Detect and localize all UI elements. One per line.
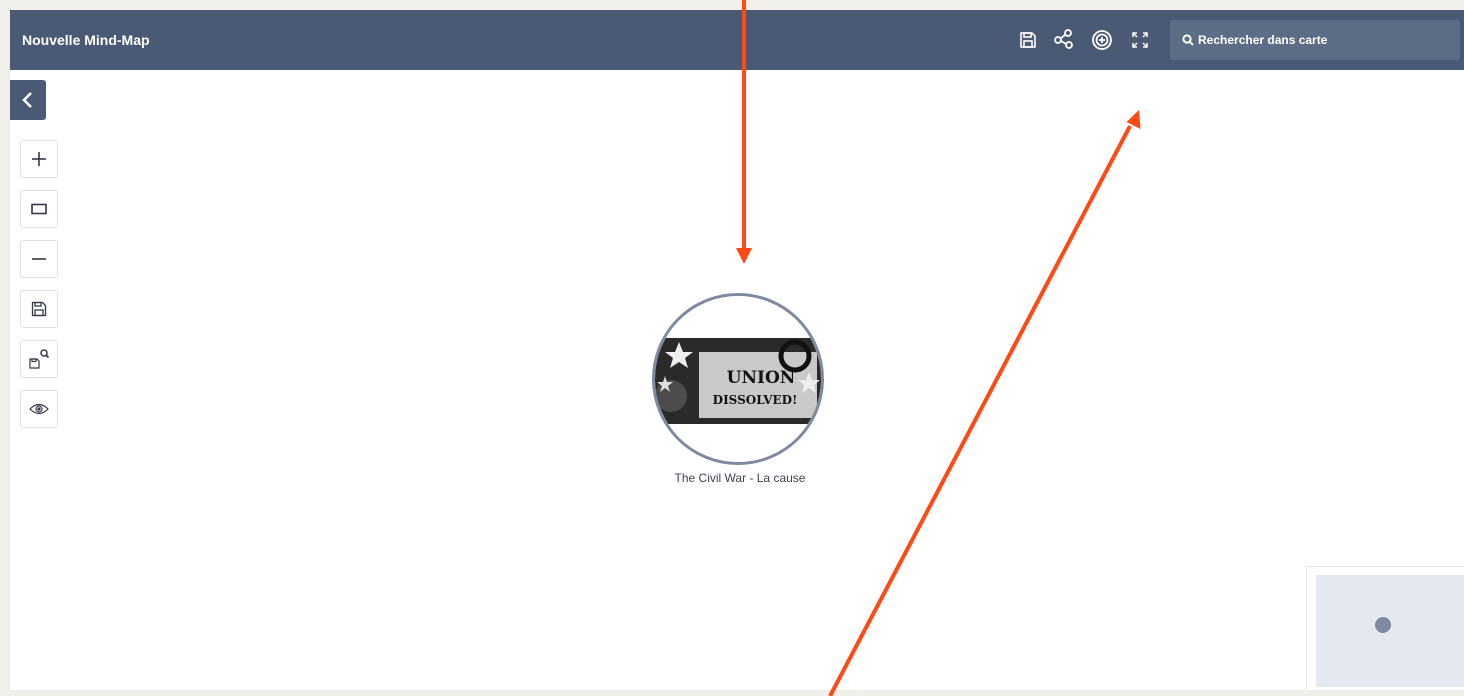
save-search-button[interactable] bbox=[20, 340, 58, 378]
save-icon[interactable] bbox=[1016, 28, 1040, 52]
fit-rectangle-icon bbox=[31, 203, 47, 215]
civil-war-image: UNION DISSOLVED! bbox=[655, 296, 821, 462]
node-label: The Civil War - La cause bbox=[674, 471, 806, 485]
fit-view-button[interactable] bbox=[20, 190, 58, 228]
search-box[interactable] bbox=[1170, 20, 1460, 60]
image-text-union: UNION bbox=[727, 368, 796, 388]
collapse-sidebar-button[interactable] bbox=[10, 80, 46, 120]
central-node[interactable]: UNION DISSOLVED! bbox=[652, 293, 824, 465]
zoom-in-icon bbox=[31, 151, 47, 167]
top-bar: Nouvelle Mind-Map bbox=[10, 10, 1464, 70]
minimap-viewport[interactable] bbox=[1316, 575, 1464, 687]
zoom-in-button[interactable] bbox=[20, 140, 58, 178]
save-map-button[interactable] bbox=[20, 290, 58, 328]
search-input[interactable] bbox=[1198, 33, 1448, 47]
zoom-out-button[interactable] bbox=[20, 240, 58, 278]
eye-icon bbox=[29, 402, 49, 416]
map-title: Nouvelle Mind-Map bbox=[22, 32, 150, 48]
mindmap-app: Nouvelle Mind-Map Rechercher dans carte … bbox=[10, 10, 1464, 690]
search-icon bbox=[1182, 34, 1194, 46]
share-icon[interactable] bbox=[1052, 28, 1076, 52]
image-text-dissolved: DISSOLVED! bbox=[713, 393, 798, 407]
save-search-icon bbox=[28, 348, 50, 370]
target-icon[interactable] bbox=[1090, 28, 1114, 52]
preview-button[interactable] bbox=[20, 390, 58, 428]
minimap[interactable] bbox=[1306, 566, 1464, 690]
chevron-left-icon bbox=[21, 90, 35, 110]
save-icon bbox=[31, 301, 47, 317]
minimap-node-marker bbox=[1375, 617, 1391, 633]
zoom-out-icon bbox=[31, 257, 47, 261]
fullscreen-icon[interactable] bbox=[1128, 28, 1152, 52]
